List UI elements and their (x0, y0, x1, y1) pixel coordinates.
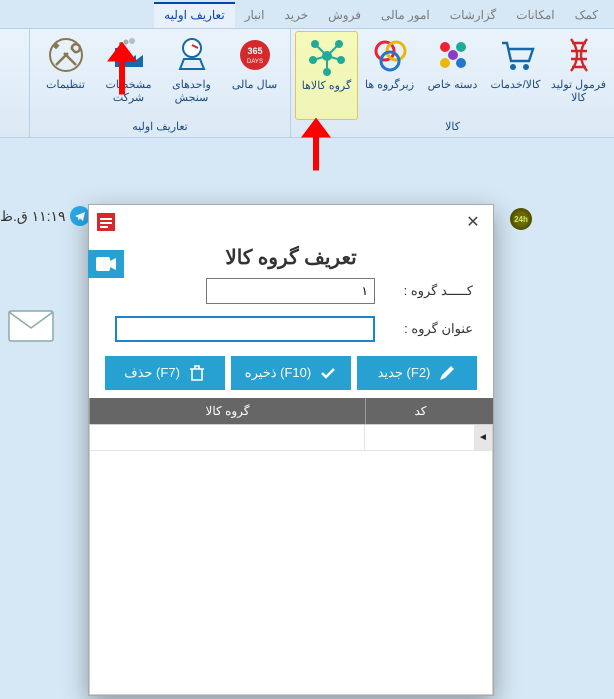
ribbon-group-initial-label: تعاریف اولیه (34, 120, 286, 135)
tab-warehouse[interactable]: انبار (235, 4, 275, 28)
tab-purchase[interactable]: خرید (274, 4, 318, 28)
support-24h-icon[interactable]: 24h (510, 208, 532, 230)
name-input[interactable] (115, 316, 375, 342)
ribbon-measure-units[interactable]: واحدهای سنجش (160, 31, 223, 120)
ribbon-subgroups[interactable]: زیرگروه ها (358, 31, 421, 120)
trash-icon (188, 364, 206, 382)
tab-finance[interactable]: امور مالی (371, 4, 440, 28)
dialog-title: تعریف گروه کالا (89, 239, 493, 272)
svg-text:DAYS: DAYS (247, 59, 263, 65)
svg-text:365: 365 (247, 46, 262, 56)
ribbon-settings[interactable]: تنظیمات (34, 31, 97, 120)
ribbon-group-goods-label: کالا (295, 120, 610, 135)
tab-help[interactable]: کمک (565, 4, 608, 28)
ribbon-special-category[interactable]: دسته خاص (421, 31, 484, 120)
tab-sales[interactable]: فروش (318, 4, 371, 28)
scale-icon (172, 35, 212, 75)
row-indicator-icon: ◄ (474, 425, 492, 450)
ribbon-goods-services[interactable]: کالا/خدمات (484, 31, 547, 120)
name-label: عنوان گروه : (383, 321, 473, 337)
define-goods-group-dialog: ✕ تعریف گروه کالا کـــــد گروه : عنوان گ… (88, 204, 494, 696)
code-input[interactable] (206, 278, 375, 304)
grid-col-group[interactable]: گروه کالا (89, 398, 365, 424)
tools-icon (46, 35, 86, 75)
annotation-arrow-tab (104, 42, 140, 102)
grid-body[interactable]: ◄ (89, 424, 493, 695)
save-button[interactable]: (F10) ذخیره (231, 356, 351, 390)
code-label: کـــــد گروه : (383, 283, 473, 299)
mail-icon[interactable] (8, 310, 54, 345)
grid-header: کد گروه کالا (89, 398, 493, 424)
tab-reports[interactable]: گزارشات (440, 4, 506, 28)
pencil-icon (438, 364, 456, 382)
camera-icon[interactable] (88, 250, 124, 278)
dialog-app-icon (97, 213, 115, 231)
clock-area: ۱۱:۱۹ ق.ظ (0, 206, 90, 226)
dialog-close-button[interactable]: ✕ (461, 210, 485, 234)
cart-icon (496, 35, 536, 75)
annotation-arrow-ribbon (298, 118, 334, 178)
ribbon-goods-groups[interactable]: گروه کالاها (295, 31, 358, 120)
tab-initial-definitions[interactable]: تعاریف اولیه (154, 2, 235, 28)
dna-icon (559, 35, 599, 75)
tab-facilities[interactable]: امکانات (506, 4, 564, 28)
check-icon (319, 364, 337, 382)
ribbon-production-formula[interactable]: فرمول تولید کالا (547, 31, 610, 120)
grid-col-code[interactable]: کد (365, 398, 475, 424)
new-button[interactable]: (F2) جدید (357, 356, 477, 390)
rings-icon (370, 35, 410, 75)
ribbon-fiscal-year[interactable]: 365DAYS سال مالی (223, 31, 286, 120)
grid-row[interactable]: ◄ (90, 425, 492, 451)
network-icon (307, 36, 347, 76)
clock-text: ۱۱:۱۹ ق.ظ (0, 208, 66, 225)
calendar-365-icon: 365 DAYS (235, 35, 275, 75)
delete-button[interactable]: (F7) حذف (105, 356, 225, 390)
telegram-icon[interactable] (70, 206, 90, 226)
dots-colorful-icon (433, 35, 473, 75)
